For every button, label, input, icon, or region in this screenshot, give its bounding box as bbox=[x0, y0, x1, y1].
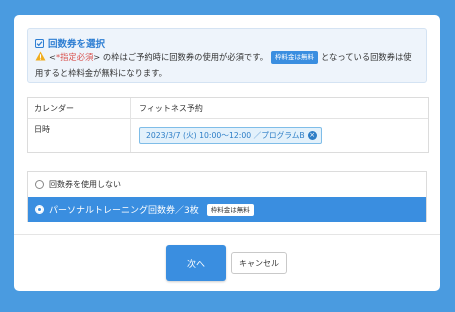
option-no-ticket-label: 回数券を使用しない bbox=[49, 180, 121, 189]
info-box: 回数券を選択 <*指定必須> の枠はご予約時に回数券の使用が必須です。 枠料金は無… bbox=[27, 28, 427, 83]
close-circle-icon[interactable]: × bbox=[307, 131, 317, 140]
radio-unselected[interactable] bbox=[35, 180, 44, 189]
calendar-label: カレンダー bbox=[28, 98, 131, 118]
footer-divider bbox=[14, 234, 440, 235]
warning-icon bbox=[35, 51, 46, 61]
option-personal-training-label: パーソナルトレーニング回数券／3枚 bbox=[49, 206, 199, 216]
option-free-badge: 枠料金は無料 bbox=[206, 203, 254, 216]
info-title: 回数券を選択 bbox=[35, 36, 105, 50]
info-title-text: 回数券を選択 bbox=[48, 39, 106, 50]
reservation-details: カレンダー フィットネス予約 日時 2023/3/7 (火) 10:00〜12:… bbox=[27, 97, 429, 153]
date-row: 日時 2023/3/7 (火) 10:00〜12:00 ／プログラムB × bbox=[28, 119, 428, 152]
checkbox-icon bbox=[35, 38, 44, 48]
warning-suffix: となっている回数券は使 bbox=[321, 52, 412, 62]
next-button[interactable]: 次へ bbox=[166, 245, 226, 281]
info-line-2: 用すると枠料金が無料になります。 bbox=[35, 68, 167, 78]
option-personal-training[interactable]: パーソナルトレーニング回数券／3枚 枠料金は無料 bbox=[28, 197, 426, 222]
date-value: 2023/3/7 (火) 10:00〜12:00 ／プログラムB bbox=[146, 131, 305, 140]
ticket-select-dialog: 回数券を選択 <*指定必須> の枠はご予約時に回数券の使用が必須です。 枠料金は無… bbox=[14, 15, 440, 291]
required-label: *指定必須 bbox=[55, 52, 94, 62]
cancel-button[interactable]: キャンセル bbox=[231, 252, 287, 274]
calendar-row: カレンダー フィットネス予約 bbox=[28, 98, 428, 119]
date-label: 日時 bbox=[28, 119, 131, 152]
option-no-ticket[interactable]: 回数券を使用しない bbox=[28, 172, 426, 197]
ticket-options: 回数券を使用しない パーソナルトレーニング回数券／3枚 枠料金は無料 bbox=[27, 171, 427, 222]
warning-mid: > の枠はご予約時に回数券の使用が必須です。 bbox=[93, 52, 268, 62]
info-line-1: <*指定必須> の枠はご予約時に回数券の使用が必須です。 枠料金は無料 となっている… bbox=[35, 50, 425, 64]
date-value-cell: 2023/3/7 (火) 10:00〜12:00 ／プログラムB × bbox=[139, 119, 428, 152]
date-chip: 2023/3/7 (火) 10:00〜12:00 ／プログラムB × bbox=[139, 127, 322, 144]
warning-prefix: < bbox=[49, 52, 56, 62]
free-badge: 枠料金は無料 bbox=[271, 51, 318, 64]
radio-selected[interactable] bbox=[35, 205, 44, 214]
calendar-value: フィットネス予約 bbox=[139, 103, 203, 113]
